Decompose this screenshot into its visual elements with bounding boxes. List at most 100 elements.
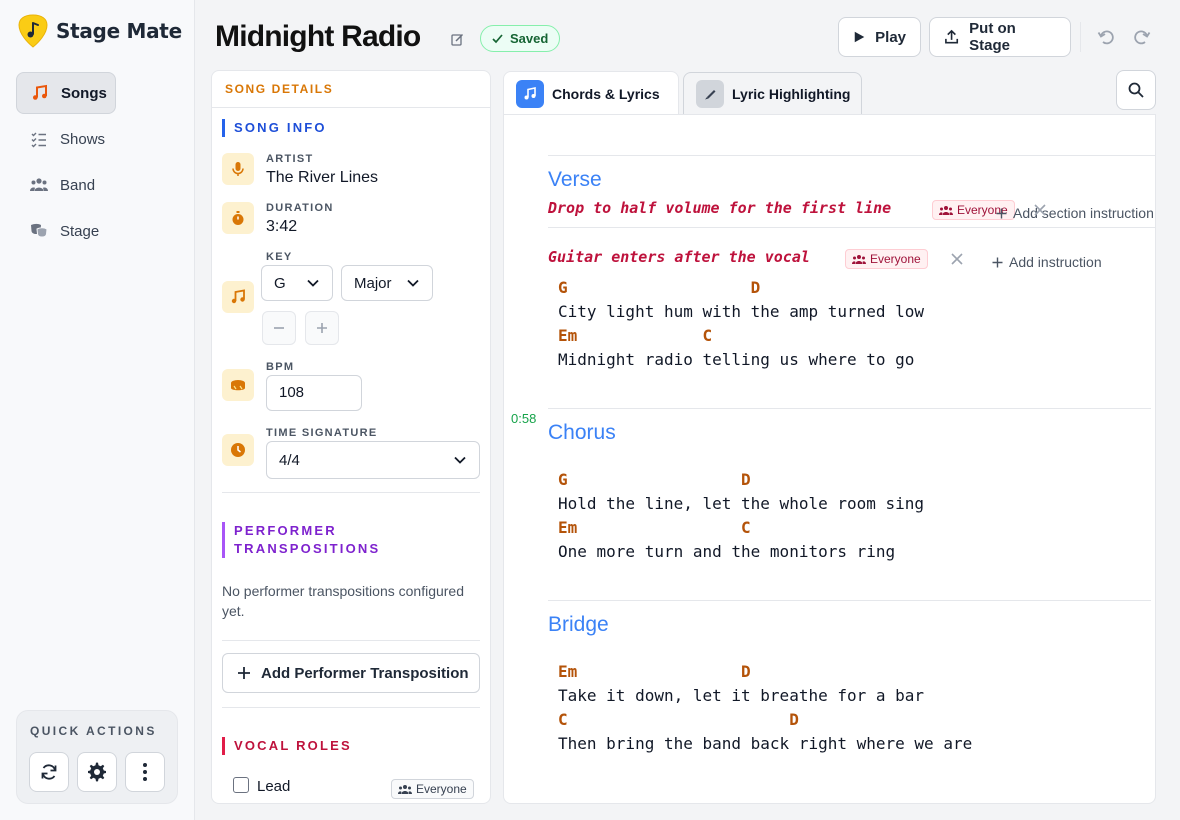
app-logo[interactable]: Stage Mate (18, 14, 182, 48)
upload-icon (945, 29, 959, 44)
edit-icon (450, 33, 463, 46)
chevron-down-icon (307, 279, 319, 287)
play-icon (854, 31, 865, 43)
artist-value[interactable]: The River Lines (266, 169, 378, 187)
section-divider (222, 707, 480, 708)
sidebar-item-songs[interactable]: Songs (16, 72, 116, 114)
artist-label: ARTIST (266, 153, 314, 165)
play-label: Play (875, 28, 906, 46)
tab-lyric-highlighting[interactable]: Lyric Highlighting (683, 72, 862, 114)
key-mode-value: Major (354, 274, 392, 292)
sidebar-item-stage[interactable]: Stage (16, 210, 178, 252)
everyone-label: Everyone (870, 252, 921, 266)
performer-title-line-1: PERFORMER (234, 523, 337, 538)
key-mode-select[interactable]: Major (341, 265, 433, 301)
users-icon (30, 178, 48, 191)
add-section-instruction-button[interactable]: Add section instruction (996, 205, 1154, 221)
chord-line[interactable]: G D (558, 470, 751, 489)
section-divider (548, 155, 1155, 156)
sidebar-item-band[interactable]: Band (16, 164, 178, 206)
sidebar-item-label: Stage (60, 222, 100, 240)
performer-transpositions-title: PERFORMER TRANSPOSITIONS (222, 522, 380, 558)
undo-button[interactable] (1088, 19, 1124, 55)
lyric-line[interactable]: One more turn and the monitors ring (558, 542, 895, 561)
performer-empty-text: No performer transpositions configured y… (222, 581, 464, 621)
quick-actions-panel: QUICK ACTIONS (16, 710, 178, 804)
more-options-button[interactable] (125, 752, 165, 792)
key-root-value: G (274, 274, 286, 292)
close-icon (951, 253, 963, 265)
list-check-icon (31, 132, 46, 148)
time-signature-value: 4/4 (279, 451, 300, 469)
section-name-verse[interactable]: Verse (548, 168, 602, 192)
sidebar: Stage Mate Songs Shows Band Stage QUICK … (0, 0, 195, 820)
key-label: KEY (266, 251, 293, 263)
sidebar-item-label: Band (60, 176, 96, 194)
chord-line[interactable]: Em C (558, 518, 751, 537)
chevron-down-icon (454, 456, 466, 464)
everyone-badge[interactable]: Everyone (391, 779, 474, 799)
everyone-badge[interactable]: Everyone (845, 249, 928, 269)
remove-instruction-button[interactable] (947, 249, 967, 269)
time-signature-label: TIME SIGNATURE (266, 427, 378, 439)
redo-button[interactable] (1124, 19, 1160, 55)
edit-title-button[interactable] (444, 26, 470, 52)
duration-value[interactable]: 3:42 (266, 218, 297, 236)
chord-line[interactable]: G D (558, 278, 760, 297)
performer-empty-line-1: No performer transpositions configured (222, 583, 465, 599)
lyric-line[interactable]: Take it down, let it breathe for a bar (558, 686, 924, 705)
minus-icon (274, 327, 284, 329)
put-on-stage-button[interactable]: Put on Stage (929, 17, 1071, 57)
section-divider (548, 408, 1151, 409)
remove-section-instruction-button[interactable] (1030, 200, 1050, 220)
lyric-line[interactable]: Hold the line, let the whole room sing (558, 494, 924, 513)
section-name-chorus[interactable]: Chorus (548, 421, 616, 445)
section-timestamp[interactable]: 0:58 (511, 411, 536, 426)
everyone-label: Everyone (416, 782, 467, 796)
add-performer-transposition-button[interactable]: Add Performer Transposition (222, 653, 480, 693)
line-instruction[interactable]: Guitar enters after the vocal (548, 248, 810, 266)
search-button[interactable] (1116, 70, 1156, 110)
performer-title-line-2: TRANSPOSITIONS (234, 541, 381, 556)
bpm-input[interactable]: 108 (266, 375, 362, 411)
chord-line[interactable]: Em C (558, 326, 712, 345)
duration-label: DURATION (266, 202, 334, 214)
highlighter-icon (696, 79, 724, 108)
section-name-bridge[interactable]: Bridge (548, 613, 609, 637)
key-root-select[interactable]: G (261, 265, 333, 301)
performer-empty-line-2: yet. (222, 603, 245, 619)
saved-label: Saved (510, 31, 549, 46)
transpose-up-button[interactable] (305, 311, 339, 345)
song-title: Midnight Radio (215, 20, 421, 53)
chord-line[interactable]: Em D (558, 662, 751, 681)
add-instruction-button[interactable]: Add instruction (992, 254, 1102, 270)
sidebar-item-shows[interactable]: Shows (16, 118, 178, 160)
transpose-down-button[interactable] (262, 311, 296, 345)
tab-chords-lyrics[interactable]: Chords & Lyrics (503, 71, 679, 115)
close-icon (1034, 204, 1046, 216)
play-button[interactable]: Play (838, 17, 921, 57)
microphone-icon (222, 153, 254, 185)
lyric-line[interactable]: Then bring the band back right where we … (558, 734, 972, 753)
settings-button[interactable] (77, 752, 117, 792)
music-note-icon (33, 84, 47, 100)
bpm-label: BPM (266, 361, 295, 373)
users-icon (939, 205, 953, 215)
lyric-line[interactable]: City light hum with the amp turned low (558, 302, 924, 321)
vocal-roles-title: VOCAL ROLES (222, 737, 352, 755)
refresh-button[interactable] (29, 752, 69, 792)
plus-icon (992, 257, 1003, 267)
chord-line[interactable]: C D (558, 710, 799, 729)
lyric-line[interactable]: Midnight radio telling us where to go (558, 350, 914, 369)
music-note-icon (222, 281, 254, 313)
plus-icon (317, 323, 327, 333)
sidebar-item-label: Shows (60, 130, 106, 148)
undo-icon (1097, 30, 1114, 45)
section-instruction[interactable]: Drop to half volume for the first line (548, 199, 891, 217)
time-signature-select[interactable]: 4/4 (266, 441, 480, 479)
plus-icon (996, 208, 1007, 218)
song-info-title: SONG INFO (222, 119, 327, 137)
lead-role-checkbox[interactable] (233, 777, 249, 793)
music-note-icon (516, 79, 544, 108)
drum-icon (222, 369, 254, 401)
